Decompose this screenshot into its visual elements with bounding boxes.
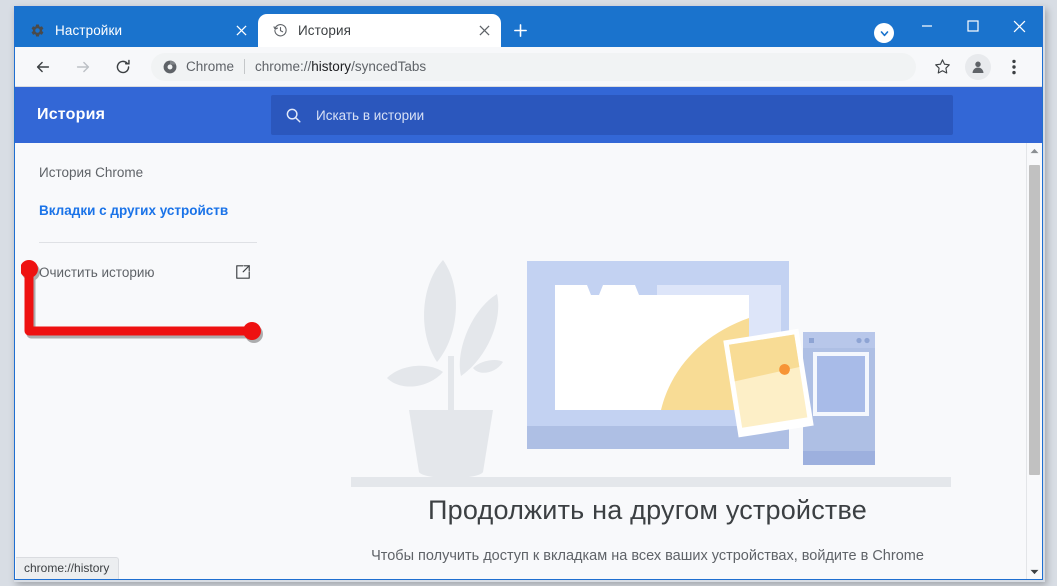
external-link-icon bbox=[235, 264, 251, 280]
browser-window: Настройки История Chrome chrome://histor… bbox=[14, 6, 1043, 580]
page-title: История bbox=[37, 106, 106, 123]
history-clock-icon bbox=[272, 23, 288, 39]
tab-strip: Настройки История bbox=[15, 7, 1042, 47]
vertical-scrollbar[interactable] bbox=[1026, 143, 1042, 579]
sidebar-item-label: Вкладки с других устройств bbox=[39, 202, 229, 218]
scroll-down-arrow[interactable] bbox=[1027, 564, 1042, 579]
browser-toolbar: Chrome chrome://history/syncedTabs bbox=[15, 47, 1042, 87]
sidebar-item-label: История Chrome bbox=[39, 164, 144, 180]
url-host: history bbox=[311, 59, 352, 74]
tab-close-button[interactable] bbox=[473, 20, 495, 42]
synced-devices-illustration bbox=[351, 248, 991, 513]
star-icon[interactable] bbox=[927, 52, 957, 82]
empty-state-subtitle: Чтобы получить доступ к вкладкам на всех… bbox=[371, 548, 924, 564]
forward-button[interactable] bbox=[68, 52, 98, 82]
scrollbar-thumb[interactable] bbox=[1029, 165, 1040, 475]
gear-icon bbox=[29, 23, 45, 39]
omnibox-url: chrome://history/syncedTabs bbox=[255, 59, 426, 74]
new-tab-button[interactable] bbox=[505, 15, 535, 45]
history-main-content: Продолжить на другом устройстве Чтобы по… bbox=[271, 143, 1042, 579]
address-bar[interactable]: Chrome chrome://history/syncedTabs bbox=[151, 52, 916, 81]
omnibox-separator bbox=[244, 59, 246, 74]
tab-settings[interactable]: Настройки bbox=[15, 14, 258, 47]
empty-state-title: Продолжить на другом устройстве bbox=[428, 495, 867, 525]
sidebar-divider bbox=[39, 242, 257, 243]
url-prefix: chrome:// bbox=[255, 59, 312, 74]
minimize-button[interactable] bbox=[904, 7, 950, 45]
tab-history[interactable]: История bbox=[258, 14, 501, 47]
sidebar-item-chrome-history[interactable]: История Chrome bbox=[15, 153, 271, 191]
search-placeholder: Искать в истории bbox=[316, 107, 425, 123]
status-bubble: chrome://history bbox=[16, 557, 120, 579]
history-page: История Искать в истории История Chrome … bbox=[15, 87, 1042, 579]
three-dot-menu[interactable] bbox=[999, 52, 1029, 82]
tab-title: История bbox=[298, 23, 352, 38]
scroll-up-arrow[interactable] bbox=[1027, 143, 1042, 159]
window-controls bbox=[904, 7, 1042, 45]
search-icon bbox=[285, 107, 302, 124]
profile-avatar[interactable] bbox=[965, 53, 991, 80]
tab-close-button[interactable] bbox=[230, 20, 252, 42]
chrome-logo-icon bbox=[163, 60, 177, 74]
tab-search-button[interactable] bbox=[874, 23, 894, 43]
sidebar-item-synced-tabs[interactable]: Вкладки с других устройств bbox=[15, 191, 271, 229]
tab-title: Настройки bbox=[55, 23, 123, 38]
omnibox-scheme-label: Chrome bbox=[186, 59, 235, 74]
url-path: /syncedTabs bbox=[351, 59, 427, 74]
sidebar-item-clear-browsing-data[interactable]: Очистить историю bbox=[15, 253, 271, 291]
close-button[interactable] bbox=[996, 7, 1042, 45]
search-input[interactable]: Искать в истории bbox=[271, 95, 953, 135]
history-sidebar: История Chrome Вкладки с других устройст… bbox=[15, 143, 271, 579]
reload-button[interactable] bbox=[108, 52, 138, 82]
back-button[interactable] bbox=[28, 52, 58, 82]
sidebar-item-label: Очистить историю bbox=[39, 264, 155, 280]
history-header-bar: История Искать в истории bbox=[15, 87, 1042, 143]
maximize-button[interactable] bbox=[950, 7, 996, 45]
